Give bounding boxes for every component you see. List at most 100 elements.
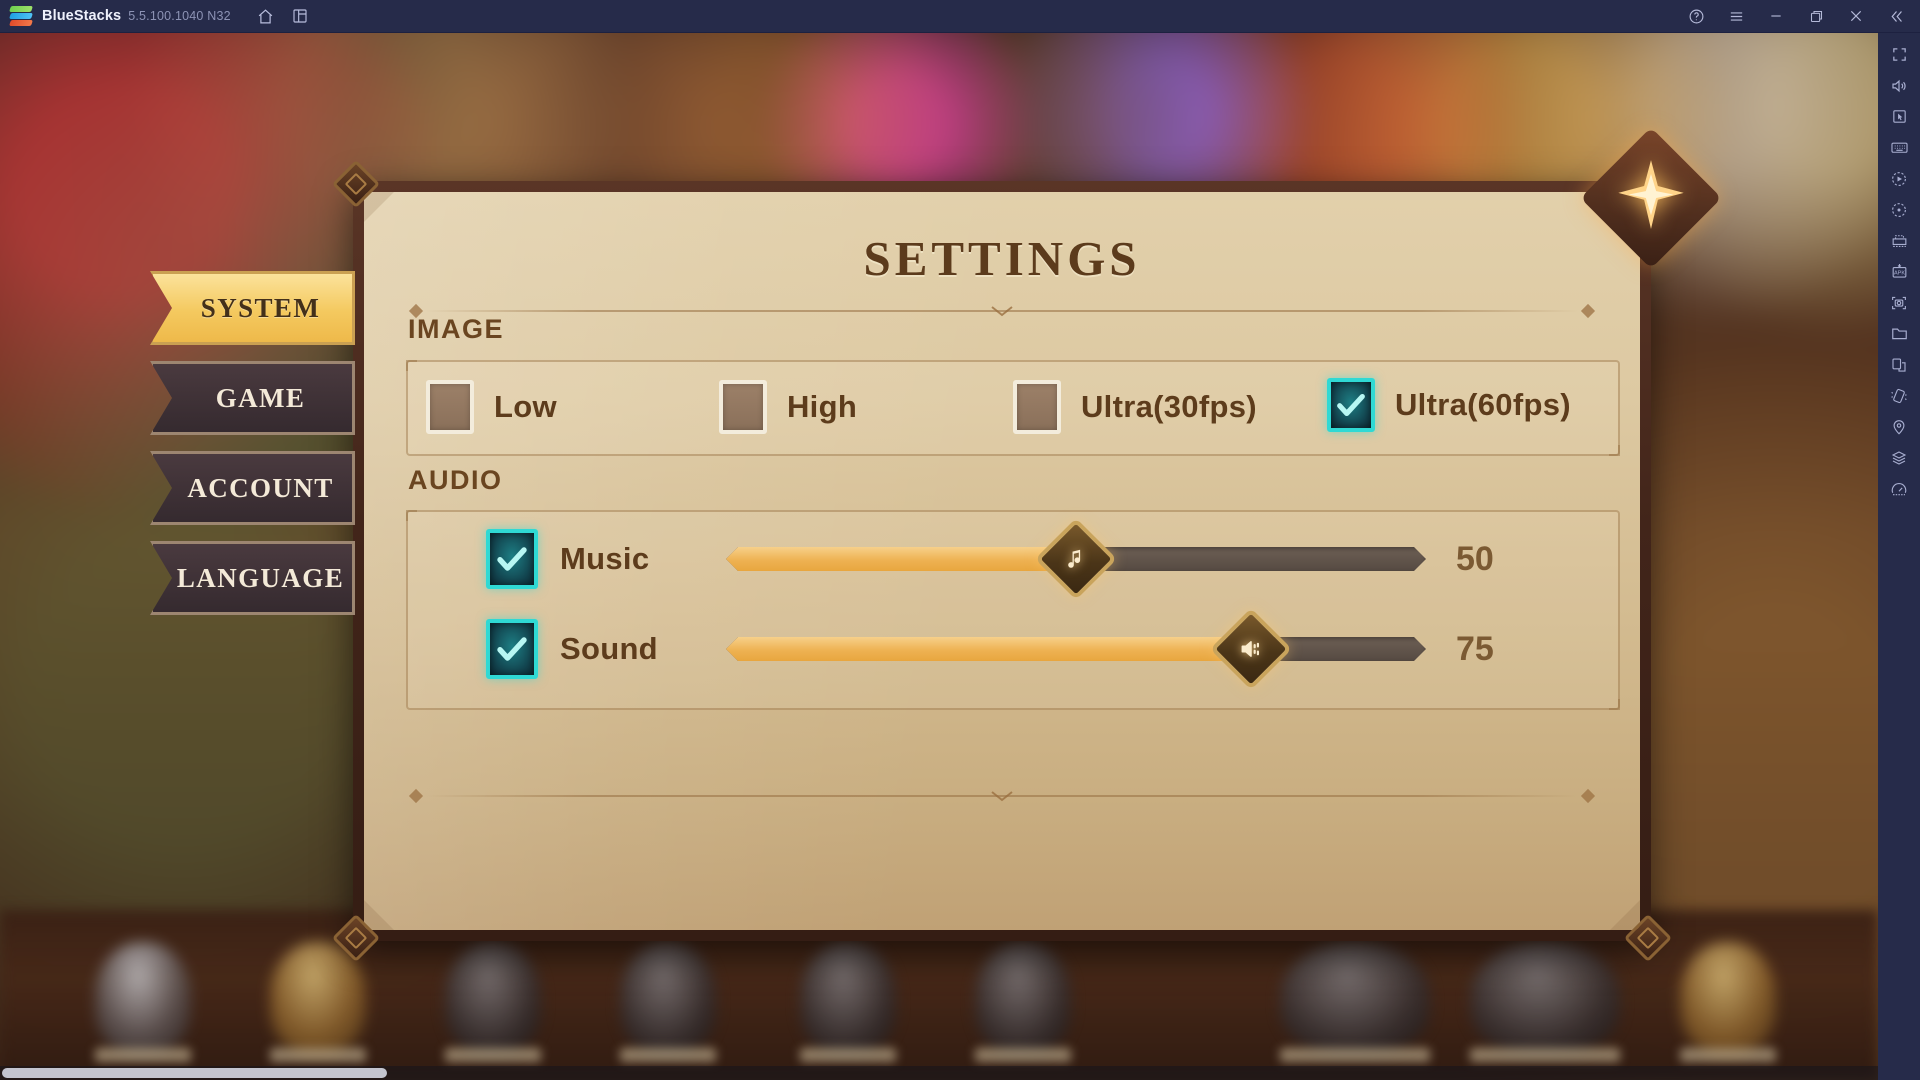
hud-item [1680,942,1776,1054]
bluestacks-titlebar: BlueStacks 5.5.100.1040 N32 [0,0,1920,33]
sound-volume-value: 75 [1456,629,1494,668]
keyboard-icon[interactable] [1878,132,1920,163]
chevron-down-icon [991,791,1013,802]
shake-icon[interactable] [1878,380,1920,411]
tab-label: GAME [215,382,306,413]
screenshot-icon[interactable] [1878,287,1920,318]
slider-fill [726,547,1076,571]
sound-volume-slider[interactable] [726,607,1426,691]
close-star-badge[interactable] [1580,127,1722,269]
hud-item-label [445,1048,541,1062]
bluestacks-logo [9,5,33,27]
fullscreen-icon[interactable] [1878,39,1920,70]
music-note-icon [1051,534,1101,584]
hud-item [270,942,366,1054]
sidebar-item-account[interactable]: ACCOUNT [150,451,355,525]
hud-item [1470,942,1620,1054]
option-label: Ultra(30fps) [1081,389,1257,424]
audio-row-sound: Sound 75 [486,607,1526,691]
corner-fold [364,192,394,222]
section-heading-audio: AUDIO [408,465,503,495]
hud-item [1280,942,1430,1054]
check-icon [1337,393,1365,417]
hud-item-label [620,1048,716,1062]
horizontal-scrollbar[interactable] [0,1066,1878,1080]
media-folder-icon[interactable] [1878,318,1920,349]
checkbox-sound[interactable] [486,619,538,679]
performance-icon[interactable] [1878,473,1920,504]
hud-item-label [1470,1048,1620,1062]
bluestacks-sidebar: APK [1878,33,1920,1080]
settings-tab-rail: SYSTEM GAME ACCOUNT LANGUAGE [150,271,355,631]
option-label: Low [494,389,557,424]
check-icon [497,547,527,571]
option-ultra60[interactable]: Ultra(60fps) [1327,378,1571,432]
game-viewport[interactable]: SYSTEM GAME ACCOUNT LANGUAGE SETTINGS IM… [0,33,1878,1080]
checkbox-ultra60[interactable] [1327,378,1375,432]
section-heading-image: IMAGE [408,314,505,344]
checkbox-music[interactable] [486,529,538,589]
sidebar-item-system[interactable]: SYSTEM [150,271,355,345]
minimize-button[interactable] [1756,0,1796,33]
multi-instance-icon[interactable] [283,0,317,33]
help-button[interactable] [1676,0,1716,33]
music-volume-value: 50 [1456,539,1494,578]
audio-label: Sound [560,631,658,666]
speaker-icon [1226,624,1276,674]
eco-mode-icon[interactable] [1878,442,1920,473]
game-bottom-hud [0,920,1878,1080]
app-name: BlueStacks [42,8,122,24]
sidebar-item-game[interactable]: GAME [150,361,355,435]
menu-button[interactable] [1716,0,1756,33]
sidebar-item-language[interactable]: LANGUAGE [150,541,355,615]
scrollbar-thumb[interactable] [2,1068,387,1078]
copy-paste-icon[interactable] [1878,349,1920,380]
hud-item [95,942,191,1054]
settings-panel: SETTINGS IMAGE Low High Ultra(30fps) Ult… [331,127,1722,963]
tab-label: SYSTEM [200,292,321,323]
option-label: High [787,389,858,424]
hud-item [975,942,1071,1054]
install-apk-icon[interactable]: APK [1878,256,1920,287]
hud-item-label [1680,1048,1776,1062]
close-button[interactable] [1836,0,1876,33]
slider-handle[interactable] [1034,517,1118,601]
tab-label: LANGUAGE [176,562,345,593]
hud-item [620,942,716,1054]
checkbox-high[interactable] [719,380,767,434]
multi-instance-manager-icon[interactable] [1878,225,1920,256]
cursor-icon[interactable] [1878,101,1920,132]
option-low[interactable]: Low [426,380,557,434]
hud-item-label [1280,1048,1430,1062]
star-burst-icon [1591,138,1711,258]
audio-row-music: Music 50 [486,517,1526,601]
divider-top [406,303,1598,319]
divider-diamond [1580,303,1596,319]
hud-item-label [270,1048,366,1062]
music-volume-slider[interactable] [726,517,1426,601]
home-icon[interactable] [249,0,283,33]
app-version: 5.5.100.1040 N32 [128,9,231,23]
slider-handle[interactable] [1209,607,1293,691]
slider-fill [726,637,1251,661]
hud-item-label [800,1048,896,1062]
check-icon [497,637,527,661]
checkbox-ultra30[interactable] [1013,380,1061,434]
audio-label: Music [560,541,650,576]
option-ultra30[interactable]: Ultra(30fps) [1013,380,1257,434]
hud-item-label [975,1048,1071,1062]
tab-label: ACCOUNT [187,472,334,503]
macro-record-icon[interactable] [1878,163,1920,194]
maximize-button[interactable] [1796,0,1836,33]
checkbox-low[interactable] [426,380,474,434]
option-high[interactable]: High [719,380,857,434]
volume-icon[interactable] [1878,70,1920,101]
page-title: SETTINGS [863,231,1141,286]
rotate-icon[interactable] [1878,194,1920,225]
location-icon[interactable] [1878,411,1920,442]
collapse-sidebar-button[interactable] [1876,0,1916,33]
option-label: Ultra(60fps) [1395,387,1571,422]
divider-bottom [406,788,1598,804]
panel-body: SETTINGS IMAGE Low High Ultra(30fps) Ult… [364,192,1640,930]
svg-text:APK: APK [1893,271,1904,277]
